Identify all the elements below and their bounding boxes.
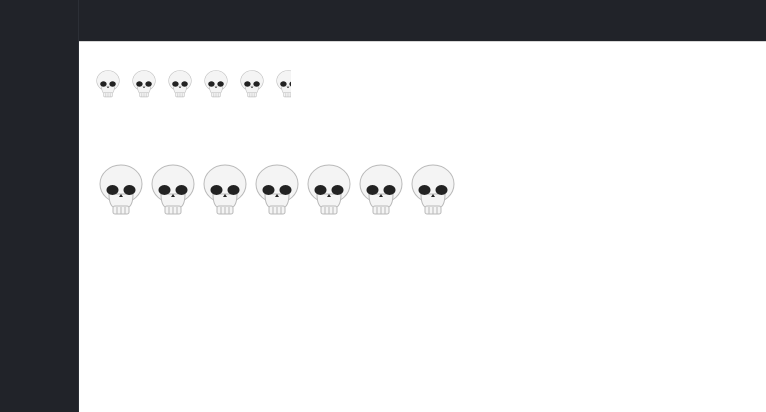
skull-icon	[95, 70, 121, 98]
canvas-area	[79, 42, 766, 412]
sidebar	[0, 0, 79, 412]
skull-icon	[239, 70, 265, 98]
skull-icon	[357, 164, 405, 216]
skull-icon	[201, 164, 249, 216]
skull-icon	[131, 70, 157, 98]
skull-icon	[149, 164, 197, 216]
skull-icon	[97, 164, 145, 216]
skull-icon	[409, 164, 457, 216]
top-toolbar	[79, 0, 766, 42]
skull-icon	[275, 70, 291, 98]
large-skull-row	[97, 162, 461, 218]
skull-icon	[253, 164, 301, 216]
small-skull-row	[95, 66, 291, 100]
app-window	[0, 0, 766, 412]
skull-icon	[203, 70, 229, 98]
skull-icon	[305, 164, 353, 216]
skull-icon	[167, 70, 193, 98]
